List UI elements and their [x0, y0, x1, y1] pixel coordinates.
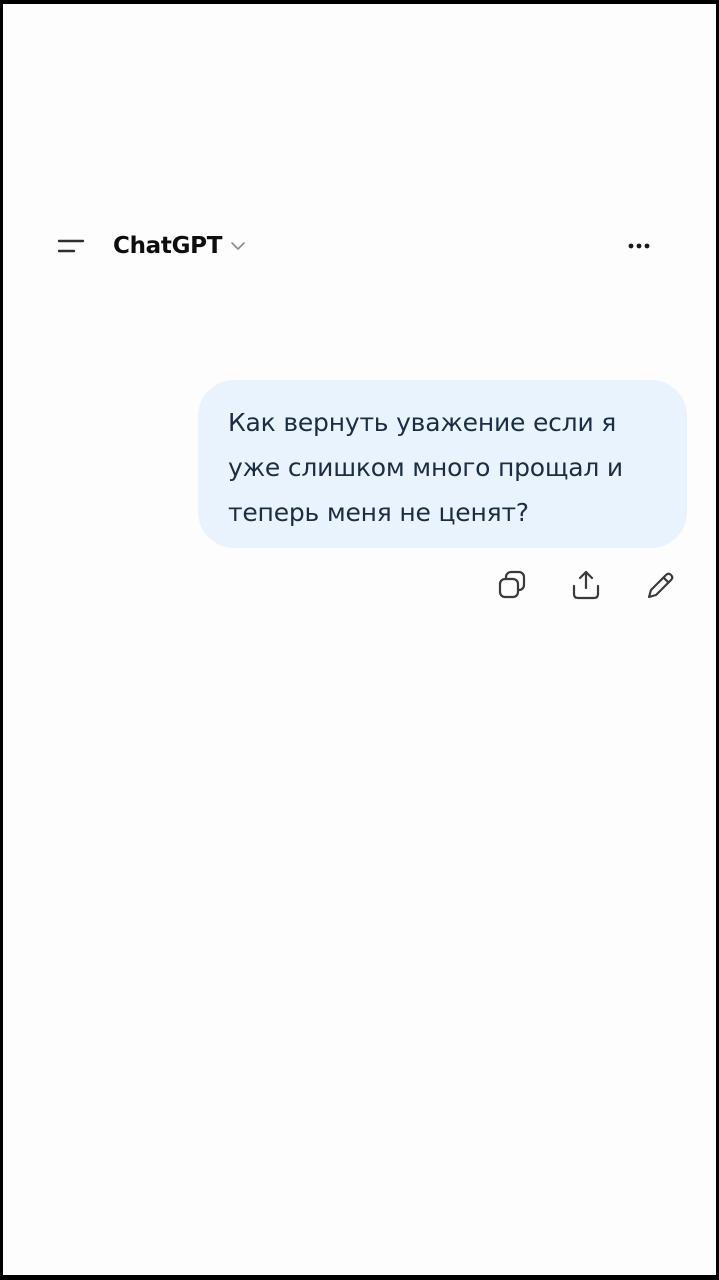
page-title: ChatGPT	[113, 233, 223, 259]
more-options-icon	[628, 243, 650, 249]
share-button[interactable]	[567, 566, 605, 604]
user-message-text: Как вернуть уважение если я уже слишком …	[228, 408, 623, 527]
chevron-down-icon	[231, 242, 245, 250]
model-selector[interactable]: ChatGPT	[113, 228, 246, 264]
edit-pencil-icon	[647, 572, 674, 599]
top-bar: ChatGPT	[3, 216, 716, 276]
sidebar-menu-icon	[57, 239, 85, 253]
chat-screen: ChatGPT Как вернуть уважение если я уже …	[3, 4, 716, 1275]
copy-icon	[498, 570, 526, 599]
edit-button[interactable]	[641, 566, 679, 604]
sidebar-menu-button[interactable]	[53, 228, 89, 264]
message-actions	[489, 566, 689, 604]
more-options-button[interactable]	[621, 228, 657, 264]
user-message-bubble: Как вернуть уважение если я уже слишком …	[198, 380, 687, 548]
copy-button[interactable]	[493, 566, 531, 604]
share-icon	[572, 570, 600, 600]
